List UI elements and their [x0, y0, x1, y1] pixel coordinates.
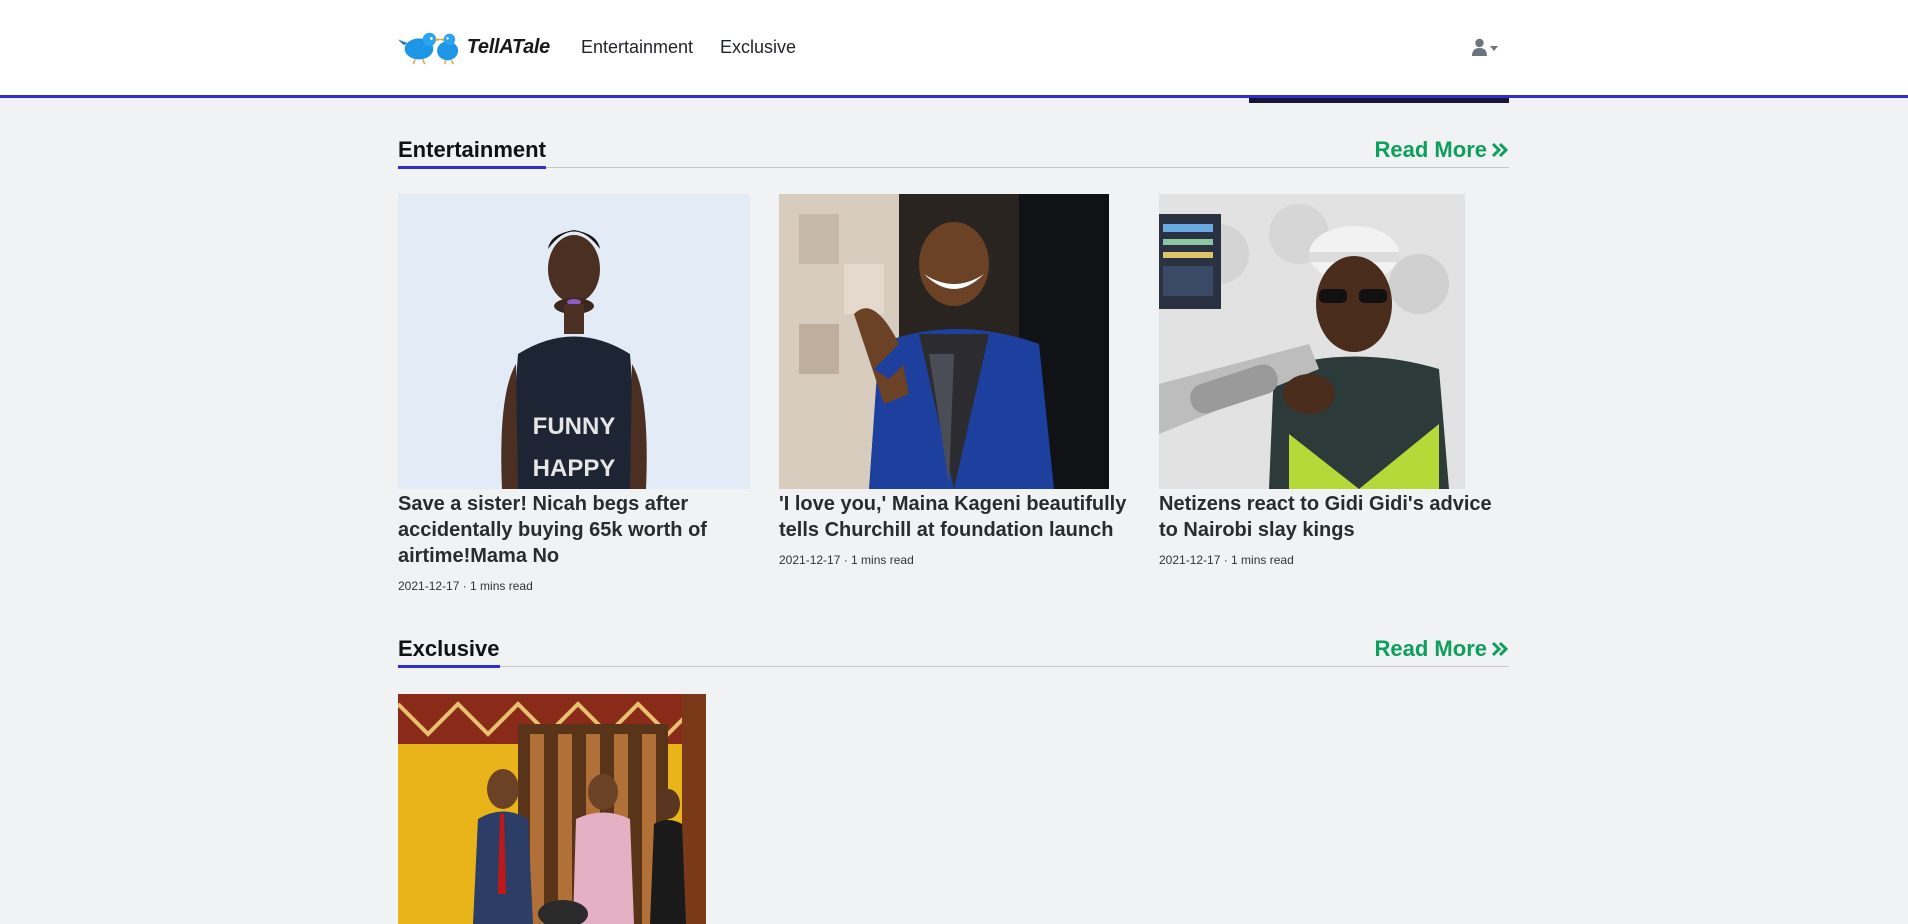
- double-chevron-right-icon: [1491, 641, 1509, 657]
- article-meta: 2021-12-17 · 1 mins read: [398, 579, 533, 593]
- nav-link-entertainment[interactable]: Entertainment: [581, 37, 693, 58]
- twitter-birds-icon: [398, 32, 459, 65]
- section-title: Entertainment: [398, 136, 546, 169]
- brand-logo[interactable]: TellATale: [398, 26, 550, 68]
- brand-name: TellATale: [466, 35, 551, 58]
- svg-text:HAPPY: HAPPY: [533, 455, 616, 482]
- article-image[interactable]: [398, 694, 706, 924]
- article-card[interactable]: FUNNY HAPPY Save a sister! Nicah begs af…: [398, 194, 750, 593]
- article-title[interactable]: 'I love you,' Maina Kageni beautifully t…: [779, 491, 1131, 543]
- article-title[interactable]: Save a sister! Nicah begs after accident…: [398, 491, 750, 569]
- read-more-link[interactable]: Read More: [1375, 635, 1509, 663]
- svg-text:FUNNY: FUNNY: [533, 413, 616, 440]
- article-card[interactable]: [398, 694, 750, 924]
- article-card[interactable]: 'I love you,' Maina Kageni beautifully t…: [779, 194, 1131, 567]
- article-image[interactable]: [779, 194, 1109, 489]
- top-navbar: TellATale Entertainment Exclusive: [0, 0, 1908, 98]
- article-title[interactable]: Netizens react to Gidi Gidi's advice to …: [1159, 491, 1511, 543]
- double-chevron-right-icon: [1491, 142, 1509, 158]
- nav-link-exclusive[interactable]: Exclusive: [720, 37, 796, 58]
- read-more-label: Read More: [1374, 636, 1487, 661]
- user-icon: [1472, 38, 1487, 56]
- chevron-down-icon: [1490, 45, 1498, 51]
- user-menu-dropdown[interactable]: [1472, 36, 1502, 58]
- article-image[interactable]: FUNNY HAPPY: [398, 194, 750, 489]
- section-header-entertainment: Entertainment Read More: [398, 127, 1509, 169]
- read-more-label: Read More: [1374, 137, 1487, 162]
- article-meta: 2021-12-17 · 1 mins read: [779, 553, 914, 567]
- section-header-exclusive: Exclusive Read More: [398, 626, 1509, 668]
- article-image[interactable]: [1159, 194, 1465, 489]
- section-title: Exclusive: [398, 635, 500, 668]
- article-meta: 2021-12-17 · 1 mins read: [1159, 553, 1294, 567]
- article-card[interactable]: Netizens react to Gidi Gidi's advice to …: [1159, 194, 1511, 567]
- read-more-link[interactable]: Read More: [1375, 136, 1509, 164]
